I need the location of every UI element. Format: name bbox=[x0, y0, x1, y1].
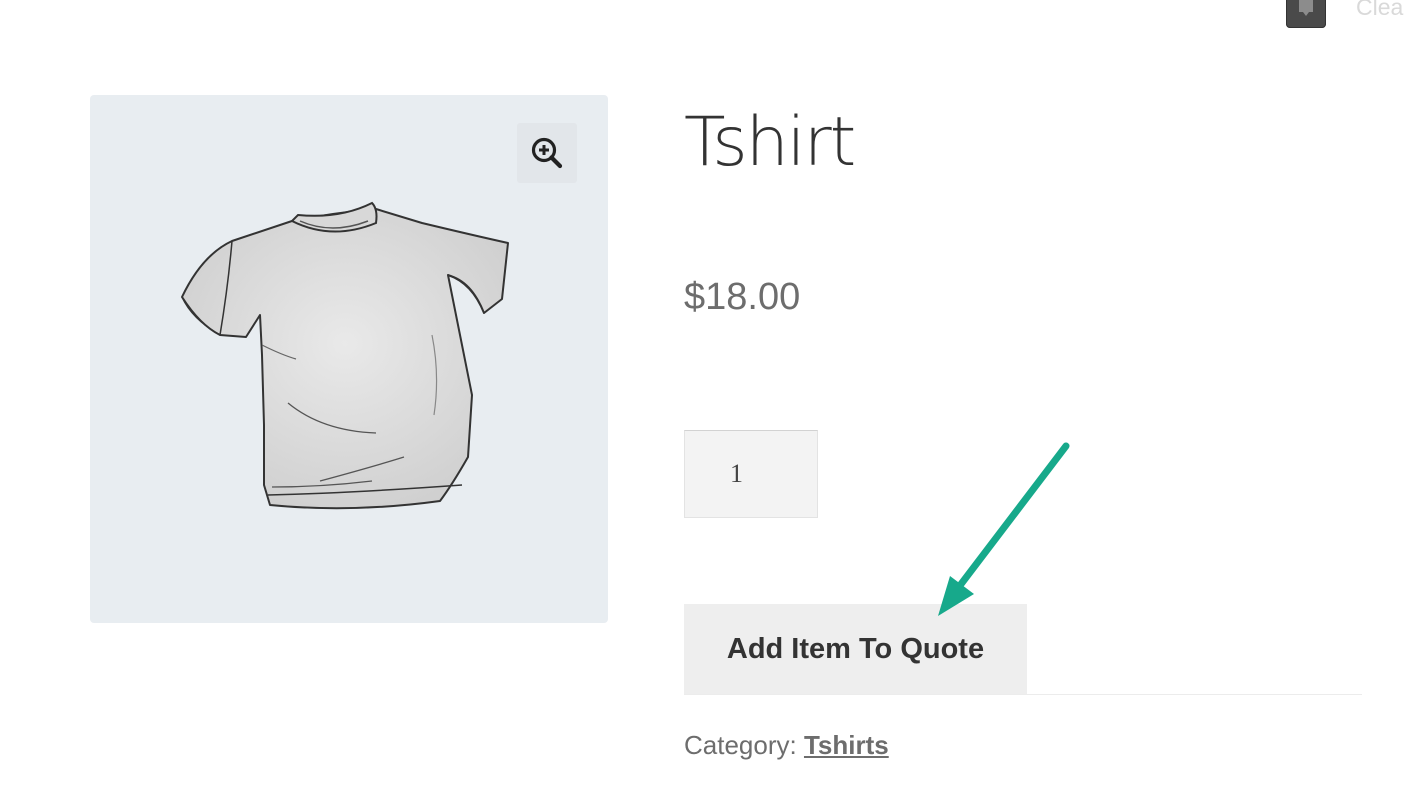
annotation-arrow bbox=[938, 442, 1070, 616]
speech-bubble-icon[interactable] bbox=[1286, 0, 1326, 28]
product-price: $18.00 bbox=[684, 276, 801, 318]
zoom-in-icon bbox=[531, 137, 563, 169]
tshirt-image[interactable] bbox=[172, 195, 512, 525]
product-gallery bbox=[90, 95, 608, 623]
zoom-button[interactable] bbox=[517, 123, 577, 183]
category-label: Category: bbox=[684, 730, 797, 760]
add-to-quote-button[interactable]: Add Item To Quote bbox=[684, 604, 1027, 694]
divider bbox=[684, 694, 1362, 695]
product-category: Category: Tshirts bbox=[684, 730, 889, 761]
top-partial-link[interactable]: Clea bbox=[1356, 0, 1403, 21]
speech-bubble-glyph bbox=[1299, 0, 1313, 16]
quantity-input[interactable] bbox=[684, 430, 818, 518]
product-title: Tshirt bbox=[684, 103, 856, 182]
category-link[interactable]: Tshirts bbox=[804, 730, 889, 760]
